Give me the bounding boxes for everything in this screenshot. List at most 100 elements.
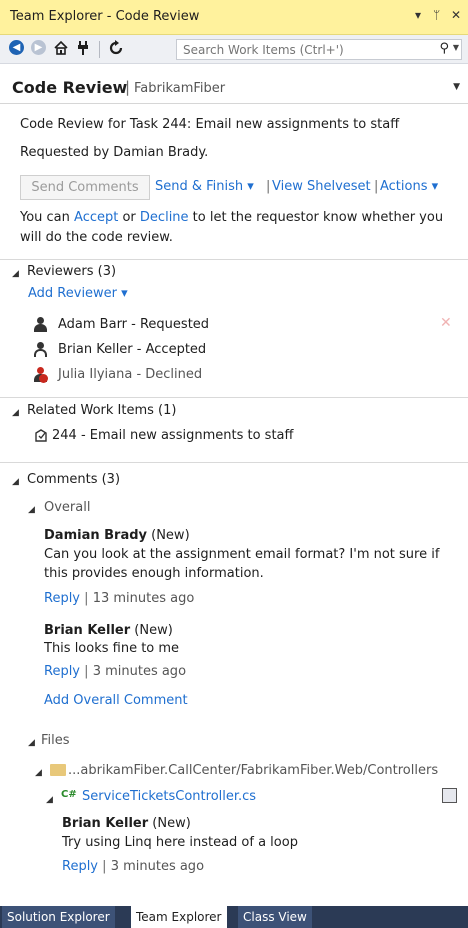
window-title-bar: Team Explorer - Code Review ▾ ᛘ ✕: [0, 0, 468, 35]
comments-header[interactable]: Comments (3): [27, 472, 120, 487]
related-work-items-header[interactable]: Related Work Items (1): [27, 403, 176, 418]
collapse-triangle-icon[interactable]: ◢: [46, 795, 53, 805]
send-comments-button[interactable]: Send Comments: [20, 175, 150, 200]
comment-time: 3 minutes ago: [92, 664, 187, 679]
requested-by: Requested by Damian Brady.: [20, 145, 209, 160]
view-shelveset-link[interactable]: View Shelveset: [272, 179, 371, 194]
task-icon: [35, 429, 47, 442]
collapse-triangle-icon[interactable]: ◢: [12, 477, 19, 487]
comment-text: this provides enough information.: [44, 566, 264, 581]
section-divider: [0, 259, 468, 260]
comment-author: Brian Keller: [44, 623, 131, 638]
overall-header[interactable]: Overall: [44, 500, 90, 515]
bottom-tab-bar: Solution Explorer Team Explorer Class Vi…: [0, 906, 468, 928]
accept-decline-notice: You can Accept or Decline to let the req…: [20, 210, 443, 225]
collapse-triangle-icon[interactable]: ◢: [28, 738, 35, 748]
toolbar: ◀ ▶ ⚲ ▼: [0, 35, 468, 64]
refresh-button[interactable]: [108, 40, 126, 58]
comment-text: Can you look at the assignment email for…: [44, 547, 440, 562]
close-icon[interactable]: ✕: [451, 8, 461, 22]
pin-icon[interactable]: ᛘ: [433, 8, 440, 22]
accept-link[interactable]: Accept: [74, 210, 118, 225]
meta-separator: |: [84, 591, 89, 606]
comment-author: Brian Keller: [62, 816, 149, 831]
connect-button[interactable]: [76, 40, 94, 58]
comment-status: (New): [151, 528, 190, 543]
search-input[interactable]: [177, 40, 417, 59]
comment-author-line: Damian Brady (New): [44, 528, 190, 543]
reviewer-declined-icon: [33, 367, 48, 383]
collapse-triangle-icon[interactable]: ◢: [12, 408, 19, 418]
comment-text: Try using Linq here instead of a loop: [62, 835, 298, 850]
csharp-file-icon: C#: [61, 789, 77, 800]
search-box: ⚲ ▼: [176, 39, 462, 60]
forward-arrow-icon: ▶: [31, 40, 46, 55]
comment-time: 13 minutes ago: [92, 591, 195, 606]
reply-link[interactable]: Reply: [44, 591, 80, 606]
folder-icon: [50, 764, 66, 776]
folder-path: ...abrikamFiber.CallCenter/FabrikamFiber…: [68, 763, 439, 778]
comment-author-line: Brian Keller (New): [44, 623, 173, 638]
comment-time: 3 minutes ago: [110, 859, 205, 874]
comment-text: This looks fine to me: [44, 641, 180, 656]
section-divider: [0, 462, 468, 463]
send-finish-link[interactable]: Send & Finish ▾: [155, 179, 254, 194]
plug-icon: [78, 41, 88, 55]
page-header: Code Review | FabrikamFiber ▼: [0, 64, 468, 104]
tab-solution-explorer[interactable]: Solution Explorer: [2, 906, 115, 928]
collapse-triangle-icon[interactable]: ◢: [12, 269, 19, 279]
header-dropdown-icon[interactable]: ▼: [453, 82, 460, 92]
collapse-triangle-icon[interactable]: ◢: [28, 505, 35, 515]
comment-status: (New): [134, 623, 173, 638]
reviewer-item: Julia Ilyiana - Declined: [58, 367, 203, 382]
tab-team-explorer[interactable]: Team Explorer: [131, 906, 227, 928]
window-dropdown-icon[interactable]: ▾: [415, 8, 421, 22]
reviewers-header[interactable]: Reviewers (3): [27, 264, 116, 279]
home-button[interactable]: [53, 40, 71, 58]
window-title: Team Explorer - Code Review: [10, 9, 200, 24]
forward-button[interactable]: ▶: [31, 40, 49, 58]
notice-text: or: [118, 210, 140, 225]
action-separator: |: [266, 179, 271, 194]
title-separator: |: [125, 78, 131, 96]
tab-class-view[interactable]: Class View: [238, 906, 312, 928]
remove-reviewer-icon[interactable]: ✕: [440, 315, 452, 331]
notice-text: You can: [20, 210, 75, 225]
action-separator: |: [374, 179, 379, 194]
comment-meta: Reply | 3 minutes ago: [44, 664, 186, 679]
reviewer-accepted-icon: [33, 342, 48, 357]
comment-author-line: Brian Keller (New): [62, 816, 191, 831]
add-reviewer-link[interactable]: Add Reviewer ▾: [28, 286, 128, 301]
collapse-triangle-icon[interactable]: ◢: [35, 768, 42, 778]
back-button[interactable]: ◀: [9, 40, 27, 58]
search-icon[interactable]: ⚲: [439, 41, 449, 56]
comment-meta: Reply | 13 minutes ago: [44, 591, 194, 606]
meta-separator: |: [84, 664, 89, 679]
reply-link[interactable]: Reply: [62, 859, 98, 874]
back-arrow-icon: ◀: [9, 40, 24, 55]
actions-menu-link[interactable]: Actions ▾: [380, 179, 438, 194]
work-item-link[interactable]: 244 - Email new assignments to staff: [52, 428, 293, 443]
home-icon: [54, 40, 68, 55]
file-link[interactable]: ServiceTicketsController.cs: [82, 789, 256, 804]
section-divider: [0, 397, 468, 398]
meta-separator: |: [102, 859, 107, 874]
project-name: FabrikamFiber: [134, 81, 226, 96]
toolbar-separator: [99, 41, 100, 58]
reviewer-item: Adam Barr - Requested: [58, 317, 210, 332]
comment-status: (New): [152, 816, 191, 831]
comment-meta: Reply | 3 minutes ago: [62, 859, 204, 874]
reply-link[interactable]: Reply: [44, 664, 80, 679]
notice-line-2: will do the code review.: [20, 230, 173, 245]
comment-author: Damian Brady: [44, 528, 147, 543]
reviewer-item: Brian Keller - Accepted: [58, 342, 207, 357]
reviewer-requested-icon: [33, 317, 48, 332]
refresh-icon: [109, 40, 123, 55]
decline-link[interactable]: Decline: [140, 210, 189, 225]
notice-text: to let the requestor know whether you: [188, 210, 444, 225]
file-reviewed-checkbox[interactable]: [442, 788, 457, 803]
files-header[interactable]: Files: [41, 733, 70, 748]
search-dropdown-icon[interactable]: ▼: [453, 43, 459, 52]
add-overall-comment-link[interactable]: Add Overall Comment: [44, 693, 188, 708]
page-title: Code Review: [12, 78, 128, 97]
